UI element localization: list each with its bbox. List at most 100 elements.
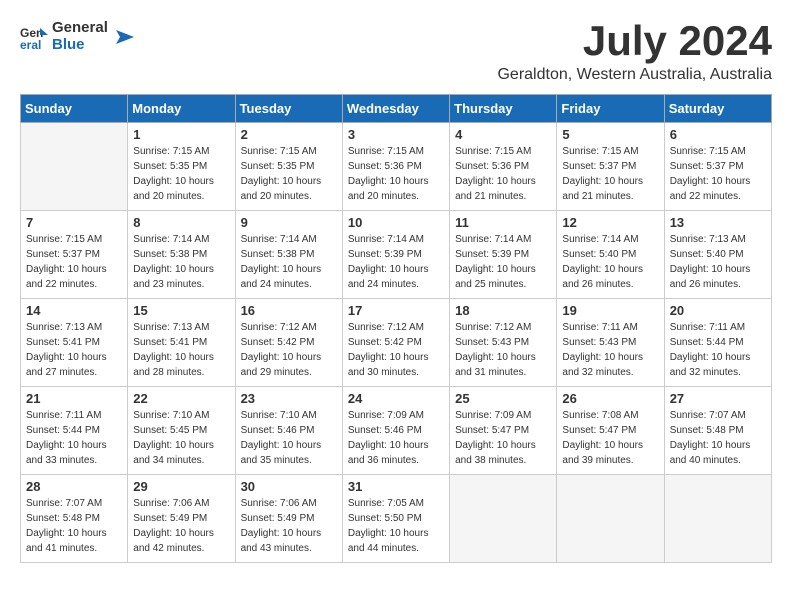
day-info: Sunrise: 7:13 AM Sunset: 5:41 PM Dayligh… (26, 320, 122, 380)
day-number: 31 (348, 479, 444, 494)
calendar-cell: 1 Sunrise: 7:15 AM Sunset: 5:35 PM Daylig… (128, 123, 235, 211)
calendar-cell: 24 Sunrise: 7:09 AM Sunset: 5:46 PM Dayli… (342, 387, 449, 475)
day-info: Sunrise: 7:07 AM Sunset: 5:48 PM Dayligh… (26, 496, 122, 556)
day-number: 21 (26, 391, 122, 406)
calendar-cell: 7Sunrise: 7:15 AM Sunset: 5:37 PM Daylig… (21, 211, 128, 299)
day-info: Sunrise: 7:15 AM Sunset: 5:35 PM Dayligh… (241, 144, 337, 204)
calendar-cell: 4 Sunrise: 7:15 AM Sunset: 5:36 PM Daylig… (450, 123, 557, 211)
day-info: Sunrise: 7:15 AM Sunset: 5:36 PM Dayligh… (455, 144, 551, 204)
location-title: Geraldton, Western Australia, Australia (497, 66, 772, 84)
day-info: Sunrise: 7:08 AM Sunset: 5:47 PM Dayligh… (562, 408, 658, 468)
logo-general-text: General (52, 20, 108, 37)
calendar-cell: 17 Sunrise: 7:12 AM Sunset: 5:42 PM Dayli… (342, 299, 449, 387)
calendar-cell: 26Sunrise: 7:08 AM Sunset: 5:47 PM Dayli… (557, 387, 664, 475)
day-info: Sunrise: 7:09 AM Sunset: 5:47 PM Dayligh… (455, 408, 551, 468)
week-row-1: 7Sunrise: 7:15 AM Sunset: 5:37 PM Daylig… (21, 211, 772, 299)
week-row-4: 28 Sunrise: 7:07 AM Sunset: 5:48 PM Dayli… (21, 475, 772, 563)
calendar-cell: 6 Sunrise: 7:15 AM Sunset: 5:37 PM Daylig… (664, 123, 771, 211)
day-number: 22 (133, 391, 229, 406)
day-info: Sunrise: 7:07 AM Sunset: 5:48 PM Dayligh… (670, 408, 766, 468)
day-number: 4 (455, 127, 551, 142)
day-number: 6 (670, 127, 766, 142)
calendar-cell: 15 Sunrise: 7:13 AM Sunset: 5:41 PM Dayli… (128, 299, 235, 387)
calendar-cell: 16Sunrise: 7:12 AM Sunset: 5:42 PM Dayli… (235, 299, 342, 387)
day-info: Sunrise: 7:12 AM Sunset: 5:42 PM Dayligh… (348, 320, 444, 380)
day-number: 2 (241, 127, 337, 142)
calendar-cell: 19 Sunrise: 7:11 AM Sunset: 5:43 PM Dayli… (557, 299, 664, 387)
day-info: Sunrise: 7:14 AM Sunset: 5:38 PM Dayligh… (133, 232, 229, 292)
day-info: Sunrise: 7:10 AM Sunset: 5:45 PM Dayligh… (133, 408, 229, 468)
calendar-cell: 14Sunrise: 7:13 AM Sunset: 5:41 PM Dayli… (21, 299, 128, 387)
calendar-cell: 11 Sunrise: 7:14 AM Sunset: 5:39 PM Dayli… (450, 211, 557, 299)
day-number: 8 (133, 215, 229, 230)
day-info: Sunrise: 7:05 AM Sunset: 5:50 PM Dayligh… (348, 496, 444, 556)
day-number: 19 (562, 303, 658, 318)
day-info: Sunrise: 7:06 AM Sunset: 5:49 PM Dayligh… (241, 496, 337, 556)
calendar-cell: 31 Sunrise: 7:05 AM Sunset: 5:50 PM Dayli… (342, 475, 449, 563)
day-info: Sunrise: 7:13 AM Sunset: 5:40 PM Dayligh… (670, 232, 766, 292)
calendar-cell: 8 Sunrise: 7:14 AM Sunset: 5:38 PM Daylig… (128, 211, 235, 299)
day-number: 10 (348, 215, 444, 230)
day-info: Sunrise: 7:11 AM Sunset: 5:44 PM Dayligh… (26, 408, 122, 468)
calendar-cell: 21 Sunrise: 7:11 AM Sunset: 5:44 PM Dayli… (21, 387, 128, 475)
calendar-cell: 5Sunrise: 7:15 AM Sunset: 5:37 PM Daylig… (557, 123, 664, 211)
day-info: Sunrise: 7:11 AM Sunset: 5:43 PM Dayligh… (562, 320, 658, 380)
day-number: 24 (348, 391, 444, 406)
day-info: Sunrise: 7:06 AM Sunset: 5:49 PM Dayligh… (133, 496, 229, 556)
header-sunday: Sunday (21, 95, 128, 123)
header-friday: Friday (557, 95, 664, 123)
day-number: 16 (241, 303, 337, 318)
calendar-cell: 30 Sunrise: 7:06 AM Sunset: 5:49 PM Dayli… (235, 475, 342, 563)
day-info: Sunrise: 7:15 AM Sunset: 5:37 PM Dayligh… (670, 144, 766, 204)
header-monday: Monday (128, 95, 235, 123)
logo-arrow-icon (112, 26, 134, 48)
calendar-cell: 28 Sunrise: 7:07 AM Sunset: 5:48 PM Dayli… (21, 475, 128, 563)
day-info: Sunrise: 7:15 AM Sunset: 5:36 PM Dayligh… (348, 144, 444, 204)
day-number: 15 (133, 303, 229, 318)
day-info: Sunrise: 7:15 AM Sunset: 5:35 PM Dayligh… (133, 144, 229, 204)
calendar-cell: 3 Sunrise: 7:15 AM Sunset: 5:36 PM Daylig… (342, 123, 449, 211)
calendar-cell: 10 Sunrise: 7:14 AM Sunset: 5:39 PM Dayli… (342, 211, 449, 299)
day-number: 12 (562, 215, 658, 230)
calendar-cell: 18Sunrise: 7:12 AM Sunset: 5:43 PM Dayli… (450, 299, 557, 387)
calendar-cell (21, 123, 128, 211)
calendar-cell: 12Sunrise: 7:14 AM Sunset: 5:40 PM Dayli… (557, 211, 664, 299)
day-info: Sunrise: 7:14 AM Sunset: 5:39 PM Dayligh… (348, 232, 444, 292)
day-number: 23 (241, 391, 337, 406)
month-title: July 2024 (497, 20, 772, 62)
calendar-cell (664, 475, 771, 563)
header-thursday: Thursday (450, 95, 557, 123)
day-number: 5 (562, 127, 658, 142)
logo-icon: Gen eral (20, 23, 48, 51)
calendar-cell: 25Sunrise: 7:09 AM Sunset: 5:47 PM Dayli… (450, 387, 557, 475)
day-info: Sunrise: 7:09 AM Sunset: 5:46 PM Dayligh… (348, 408, 444, 468)
day-number: 20 (670, 303, 766, 318)
day-number: 1 (133, 127, 229, 142)
day-number: 27 (670, 391, 766, 406)
day-number: 7 (26, 215, 122, 230)
logo: Gen eral General Blue (20, 20, 134, 53)
calendar-cell: 23 Sunrise: 7:10 AM Sunset: 5:46 PM Dayli… (235, 387, 342, 475)
day-number: 11 (455, 215, 551, 230)
day-info: Sunrise: 7:14 AM Sunset: 5:38 PM Dayligh… (241, 232, 337, 292)
day-number: 30 (241, 479, 337, 494)
calendar-cell: 9Sunrise: 7:14 AM Sunset: 5:38 PM Daylig… (235, 211, 342, 299)
svg-text:eral: eral (20, 38, 41, 51)
header-saturday: Saturday (664, 95, 771, 123)
day-info: Sunrise: 7:13 AM Sunset: 5:41 PM Dayligh… (133, 320, 229, 380)
day-info: Sunrise: 7:14 AM Sunset: 5:39 PM Dayligh… (455, 232, 551, 292)
day-info: Sunrise: 7:10 AM Sunset: 5:46 PM Dayligh… (241, 408, 337, 468)
day-number: 17 (348, 303, 444, 318)
header-tuesday: Tuesday (235, 95, 342, 123)
week-row-2: 14Sunrise: 7:13 AM Sunset: 5:41 PM Dayli… (21, 299, 772, 387)
day-number: 3 (348, 127, 444, 142)
header-wednesday: Wednesday (342, 95, 449, 123)
page-header: Gen eral General Blue July 2024 Geraldto… (20, 20, 772, 84)
calendar-cell: 20Sunrise: 7:11 AM Sunset: 5:44 PM Dayli… (664, 299, 771, 387)
logo-blue-text: Blue (52, 37, 108, 54)
day-number: 29 (133, 479, 229, 494)
calendar-cell: 2 Sunrise: 7:15 AM Sunset: 5:35 PM Daylig… (235, 123, 342, 211)
day-number: 18 (455, 303, 551, 318)
day-number: 28 (26, 479, 122, 494)
calendar-table: SundayMondayTuesdayWednesdayThursdayFrid… (20, 94, 772, 563)
